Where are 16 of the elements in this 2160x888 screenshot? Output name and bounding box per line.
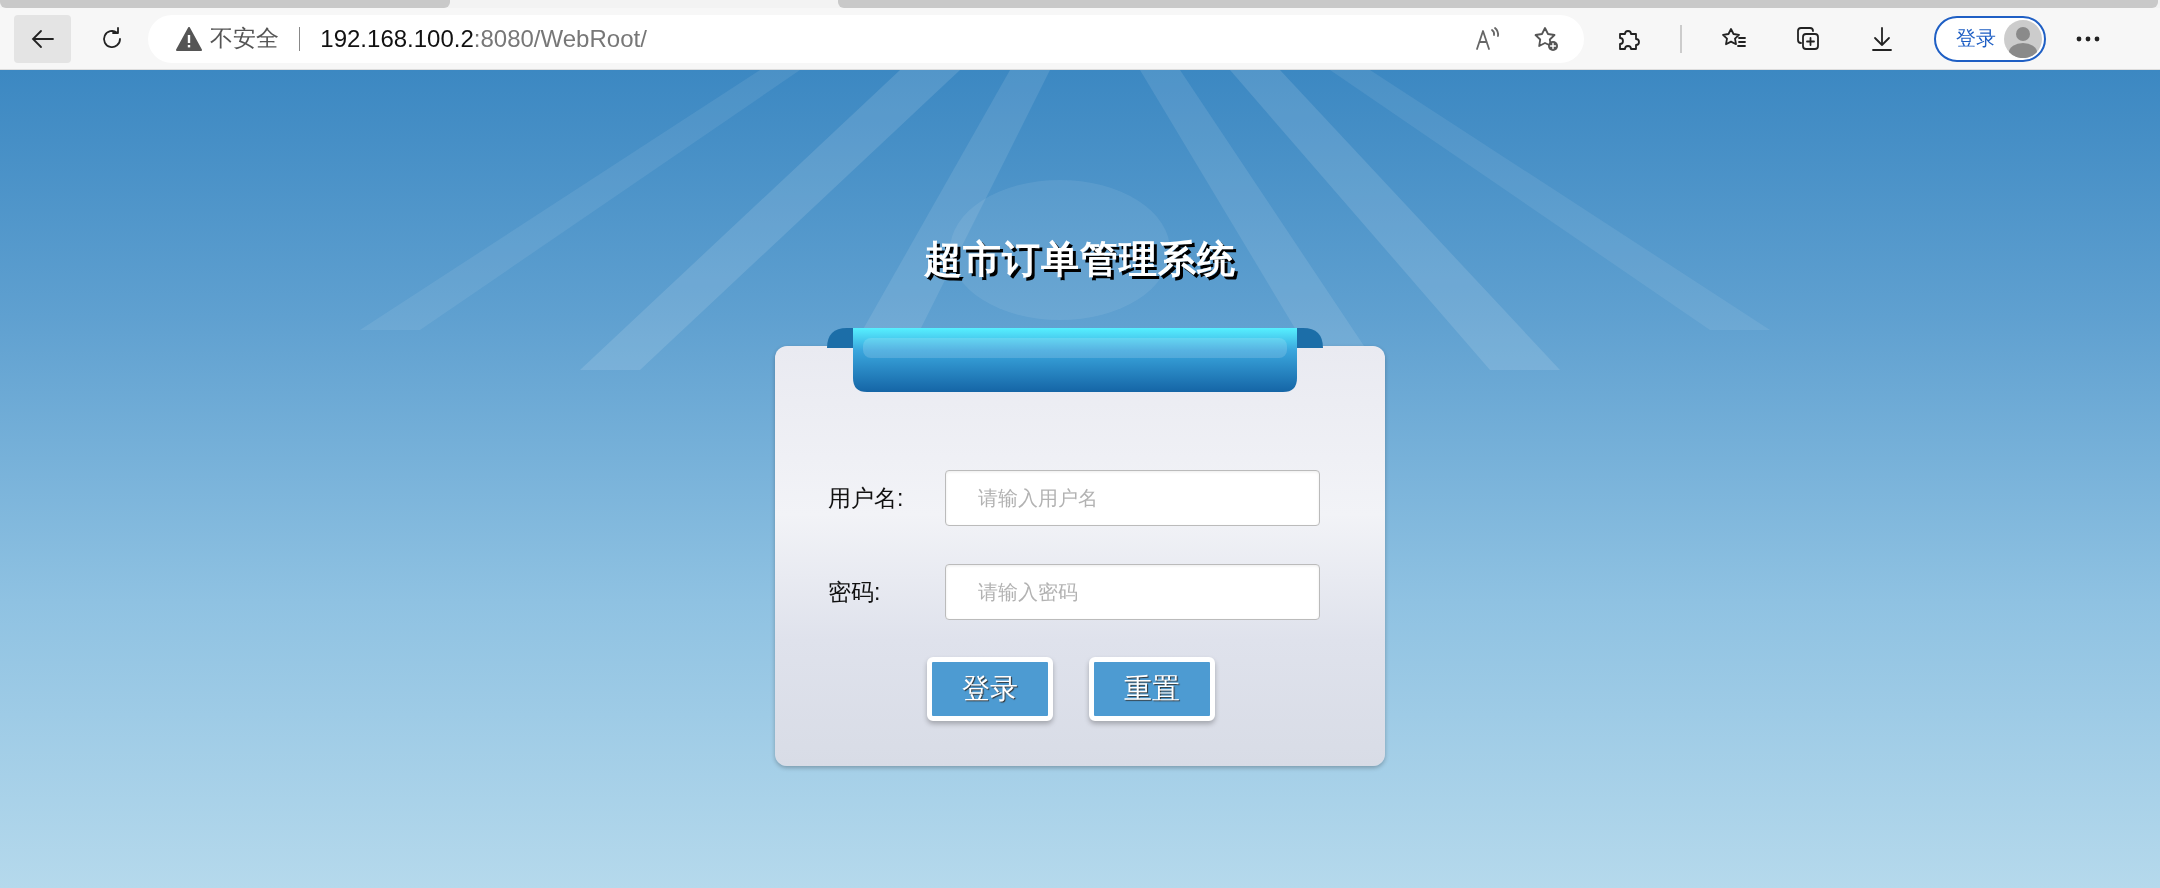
address-bar[interactable]: 不安全 192.168.100.2:8080/WebRoot/ [148, 14, 1584, 63]
username-field[interactable]: 请输入用户名 [945, 470, 1320, 526]
password-field[interactable]: 请输入密码 [945, 564, 1320, 620]
field-label: 用户名: [828, 483, 905, 513]
security-label: 不安全 [210, 24, 280, 53]
more-icon[interactable] [2076, 35, 2100, 42]
back-button[interactable] [14, 14, 72, 63]
star-plus-icon[interactable] [1532, 24, 1560, 53]
collections-icon[interactable] [1794, 24, 1822, 53]
url-text: 192.168.100.2:8080/WebRoot/ [320, 24, 647, 53]
read-aloud-icon[interactable] [1474, 24, 1502, 53]
warning-icon [176, 26, 203, 51]
avatar-icon [2004, 19, 2042, 58]
profile-button[interactable]: 登录 [1934, 15, 2046, 62]
field-label: 密码: [828, 577, 882, 607]
page-title: 超市订单管理系统 [924, 237, 1236, 282]
